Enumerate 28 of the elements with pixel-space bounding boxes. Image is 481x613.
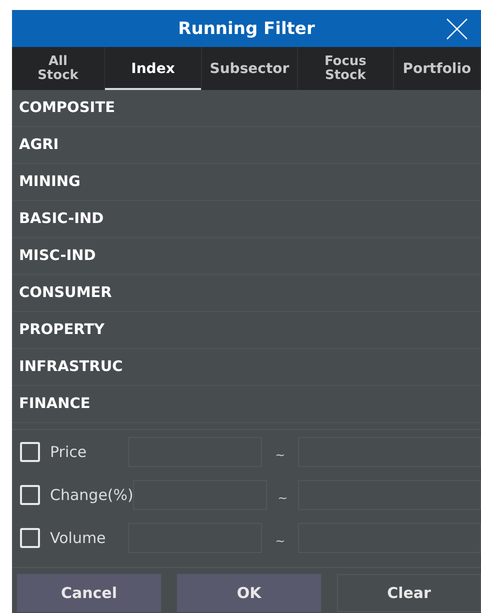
tab[interactable]: All Stock [12,47,106,90]
index-item[interactable]: MINING [12,164,481,201]
clear-button[interactable]: Clear [337,574,481,612]
tab[interactable]: Index [105,47,202,90]
range-separator: ~ [274,534,286,548]
index-item[interactable]: FINANCE [12,386,481,423]
close-icon[interactable] [445,17,469,41]
index-item[interactable]: CONSUMER [12,275,481,312]
tab[interactable]: Focus Stock [298,47,394,90]
filter-label: Price [50,442,88,460]
index-item[interactable]: AGRI [12,127,481,164]
filter-label: Volume [50,528,107,546]
index-item[interactable]: BASIC-IND [12,201,481,238]
filter-label: Change(%) [50,486,134,504]
ok-button[interactable]: OK [177,574,321,612]
checkbox[interactable] [20,528,40,548]
range-separator: ~ [276,490,289,504]
index-item[interactable]: INFRASTRUC [12,349,481,386]
checkbox[interactable] [20,442,40,462]
index-item[interactable]: MISC-IND [12,238,481,275]
tab[interactable]: Portfolio [394,47,481,90]
tab[interactable]: Subsector [202,47,298,90]
dialog-title: Running Filter [178,18,315,38]
range-separator: ~ [274,448,286,462]
cancel-button[interactable]: Cancel [17,574,161,612]
index-item[interactable]: PROPERTY [12,312,481,349]
checkbox[interactable] [20,484,40,504]
index-item[interactable]: COMPOSITE [12,90,481,127]
